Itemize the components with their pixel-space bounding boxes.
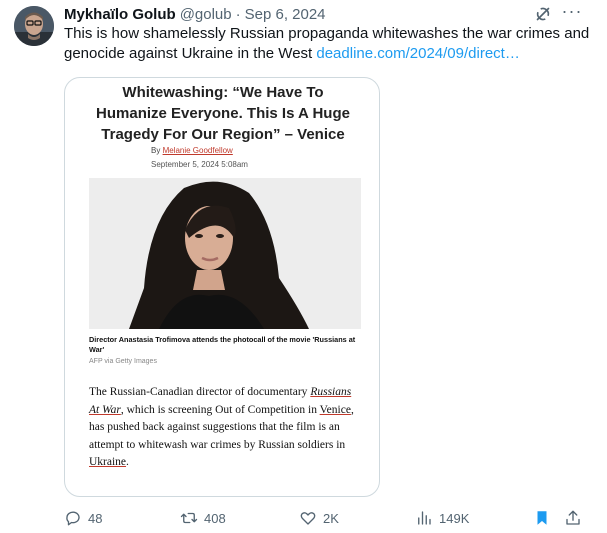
repost-icon [180, 512, 198, 524]
views-icon [418, 511, 431, 525]
reply-button[interactable]: 48 [64, 506, 102, 530]
excerpt-text-2: , which is screening Out of Competition … [120, 403, 320, 416]
post-header: Mykhaïlo Golub @golub · Sep 6, 2024 [64, 4, 326, 24]
article-headline: Whitewashing: “We Have To Humanize Every… [96, 84, 350, 143]
reply-icon [66, 511, 80, 526]
repost-count: 408 [204, 510, 226, 526]
repost-button[interactable]: 408 [180, 506, 226, 530]
share-button[interactable] [564, 506, 588, 530]
more-icon[interactable]: ··· [561, 2, 583, 24]
post-link[interactable]: deadline.com/2024/09/direct… [316, 45, 519, 62]
venice-link: Venice [319, 403, 351, 416]
byline-prefix: By [151, 146, 163, 155]
avatar[interactable] [14, 6, 54, 46]
article-photo [89, 178, 361, 329]
photo-credit: AFP via Getty Images [89, 358, 157, 365]
separator-dot: · [235, 5, 241, 23]
excerpt-text-4: . [126, 456, 129, 468]
grok-icon[interactable] [532, 3, 554, 25]
share-icon [566, 510, 580, 525]
excerpt-text-1: The Russian-Canadian director of documen… [89, 386, 311, 398]
article-author: Melanie Goodfellow [162, 146, 233, 155]
like-button[interactable]: 2K [299, 506, 339, 530]
article-excerpt: The Russian-Canadian director of documen… [89, 384, 359, 472]
article-date: September 5, 2024 5:08am [151, 160, 248, 169]
bookmark-icon [537, 511, 547, 525]
views-count: 149K [439, 510, 470, 526]
post-text: This is how shamelessly Russian propagan… [64, 24, 594, 64]
post-date[interactable]: Sep 6, 2024 [245, 6, 326, 23]
article-card[interactable]: Whitewashing: “We Have To Humanize Every… [64, 77, 380, 497]
photo-caption: Director Anastasia Trofimova attends the… [89, 335, 356, 354]
bookmark-button[interactable] [533, 506, 557, 530]
like-count: 2K [323, 510, 339, 526]
views-button[interactable]: 149K [415, 506, 469, 530]
action-bar: 48 408 2K 149K [0, 506, 607, 530]
author-handle[interactable]: @golub [180, 6, 232, 23]
post[interactable]: Mykhaïlo Golub @golub · Sep 6, 2024 ··· … [0, 0, 607, 533]
article-byline: By Melanie Goodfellow [151, 146, 233, 155]
like-icon [300, 512, 316, 525]
ukraine-link: Ukraine [89, 456, 127, 468]
reply-count: 48 [88, 510, 103, 526]
author-name[interactable]: Mykhaïlo Golub [64, 6, 176, 23]
